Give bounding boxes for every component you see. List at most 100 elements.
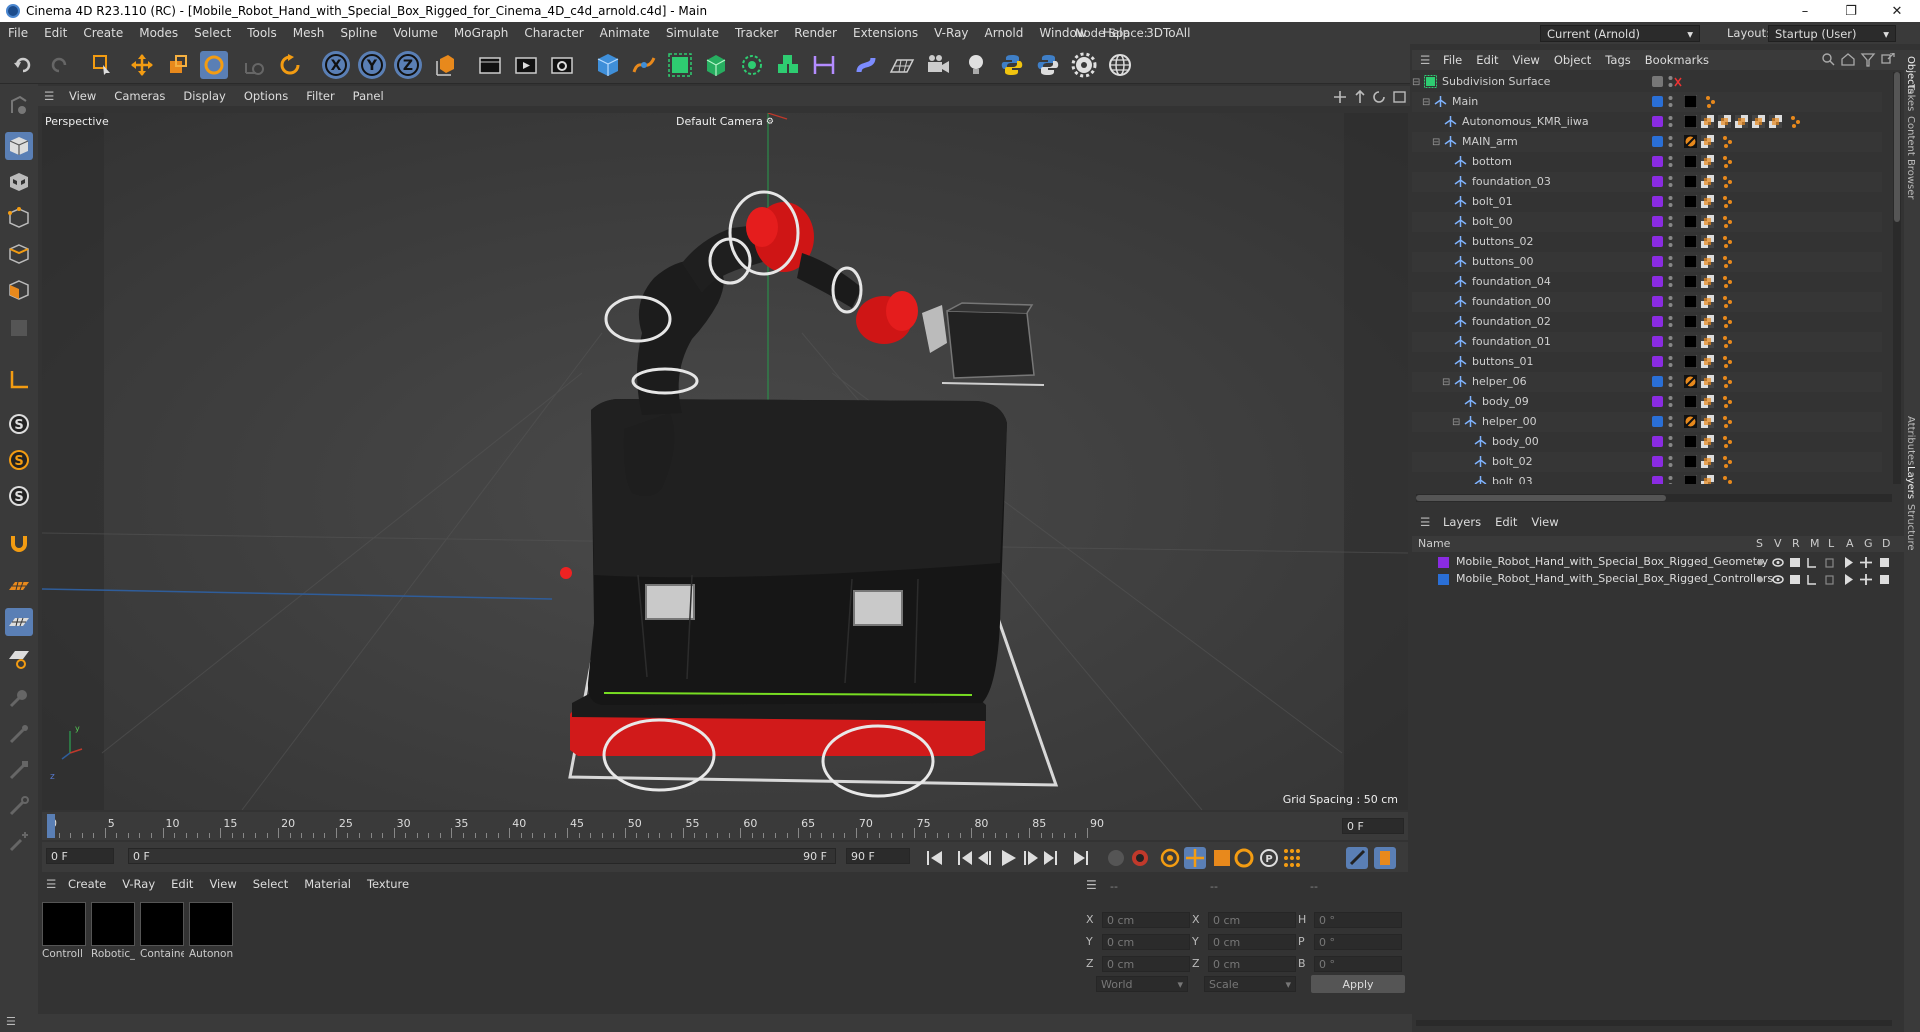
layer-color-swatch[interactable]: [1652, 416, 1663, 427]
menu-select[interactable]: Select: [186, 26, 239, 40]
texture-tag-icon[interactable]: [1701, 335, 1714, 348]
material-tag-icon[interactable]: [1683, 234, 1698, 249]
menu-file[interactable]: File: [0, 26, 36, 40]
move-tool-button[interactable]: [128, 51, 156, 79]
texture-tag-icon[interactable]: [1701, 375, 1714, 388]
object-row[interactable]: foundation_02: [1412, 312, 1882, 332]
layer-column-a[interactable]: A: [1846, 537, 1854, 550]
web-globe-icon[interactable]: [1106, 51, 1134, 79]
world-dropdown[interactable]: World ▾: [1096, 976, 1188, 992]
timeline-ruler[interactable]: 051015202530354045505560657075808590 0 F: [42, 812, 1408, 840]
apply-button[interactable]: Apply: [1311, 975, 1405, 993]
axis-mode-button[interactable]: [5, 366, 33, 394]
symmetry-button[interactable]: [810, 51, 838, 79]
object-row[interactable]: buttons_01: [1412, 352, 1882, 372]
texture-tag-icon[interactable]: [1701, 355, 1714, 368]
object-menu-view[interactable]: View: [1506, 53, 1547, 67]
visibility-dots-icon[interactable]: [1668, 135, 1673, 149]
layer-color-swatch[interactable]: [1652, 476, 1663, 484]
layer-color-swatch[interactable]: [1652, 356, 1663, 367]
menu-arnold[interactable]: Arnold: [977, 26, 1032, 40]
menu-extensions[interactable]: Extensions: [845, 26, 926, 40]
light-object-button[interactable]: [962, 51, 990, 79]
material-tag-icon[interactable]: [1683, 454, 1698, 469]
live-selection-button[interactable]: [88, 51, 116, 79]
material-tag-icon[interactable]: [1683, 154, 1698, 169]
perspective-viewport[interactable]: y z Perspective Default Camera ⚙ Grid Spa…: [42, 113, 1408, 810]
texture-tag-icon[interactable]: [1701, 195, 1714, 208]
texture-tag-icon[interactable]: [1701, 395, 1714, 408]
object-row[interactable]: buttons_00: [1412, 252, 1882, 272]
mograph-cloner-button[interactable]: [774, 51, 802, 79]
hamburger-menu-icon[interactable]: ☰: [1412, 515, 1436, 529]
layer-color-swatch[interactable]: [1652, 256, 1663, 267]
phong-tag-icon[interactable]: [1722, 455, 1734, 471]
uv-mode-button[interactable]: [5, 314, 33, 342]
layer-color-swatch[interactable]: [1652, 396, 1663, 407]
material-menu-view[interactable]: View: [201, 877, 244, 891]
texture-tag-icon[interactable]: [1735, 115, 1748, 128]
material-tag-icon[interactable]: [1683, 434, 1698, 449]
collapse-toggle-icon[interactable]: ⊟: [1412, 77, 1420, 88]
visibility-dots-icon[interactable]: [1668, 375, 1673, 389]
phong-tag-icon[interactable]: [1722, 395, 1734, 411]
floor-object-button[interactable]: [888, 51, 916, 79]
object-menu-file[interactable]: File: [1436, 53, 1469, 67]
material-tag-icon[interactable]: [1683, 474, 1698, 484]
coord-value-field[interactable]: 0 °: [1314, 956, 1402, 972]
polygons-mode-button[interactable]: [5, 276, 33, 304]
object-row[interactable]: ⊟ helper_06: [1412, 372, 1882, 392]
workplane-icon[interactable]: [5, 572, 33, 600]
side-tab-takes[interactable]: Takes: [1905, 84, 1916, 111]
frame-range-slider[interactable]: 0 F 90 F: [128, 848, 836, 864]
side-tab-content-browser[interactable]: Content Browser: [1905, 116, 1916, 199]
phong-tag-icon[interactable]: [1722, 275, 1734, 291]
visibility-dots-icon[interactable]: [1668, 435, 1673, 449]
playback-controls[interactable]: P: [924, 846, 1404, 870]
menu-character[interactable]: Character: [516, 26, 591, 40]
coord-value-field[interactable]: 0 cm: [1102, 912, 1190, 928]
menu-volume[interactable]: Volume: [385, 26, 446, 40]
start-frame-field[interactable]: 0 F: [46, 848, 114, 864]
layer-column-v[interactable]: V: [1774, 537, 1782, 550]
render-picture-viewer-button[interactable]: [512, 51, 540, 79]
material-tag-icon[interactable]: [1683, 334, 1698, 349]
coord-value-field[interactable]: 0 °: [1314, 912, 1402, 928]
object-row[interactable]: buttons_02: [1412, 232, 1882, 252]
layer-color-swatch[interactable]: [1652, 136, 1663, 147]
object-row[interactable]: foundation_04: [1412, 272, 1882, 292]
visibility-dots-icon[interactable]: [1668, 155, 1673, 169]
visibility-dots-icon[interactable]: [1668, 215, 1673, 229]
y-axis-lock-button[interactable]: Y: [358, 51, 386, 79]
render-view-button[interactable]: [476, 51, 504, 79]
layer-color-swatch[interactable]: [1652, 376, 1663, 387]
material-tag-icon[interactable]: [1683, 254, 1698, 269]
layer-horizontal-scrollbar[interactable]: [1416, 1020, 1892, 1026]
viewport-menu-filter[interactable]: Filter: [297, 89, 343, 103]
collapse-toggle-icon[interactable]: ⊟: [1432, 137, 1440, 148]
menu-edit[interactable]: Edit: [36, 26, 75, 40]
material-menu-texture[interactable]: Texture: [359, 877, 417, 891]
model-mode-button[interactable]: [5, 132, 33, 160]
object-row[interactable]: bottom: [1412, 152, 1882, 172]
layer-color-swatch[interactable]: [1652, 156, 1663, 167]
visibility-dots-icon[interactable]: [1668, 195, 1673, 209]
phong-tag-icon[interactable]: [1722, 255, 1734, 271]
deformer-button[interactable]: [852, 51, 880, 79]
current-frame-field[interactable]: 0 F: [1342, 818, 1404, 834]
phong-tag-icon[interactable]: [1722, 415, 1734, 431]
layer-toggle-icons[interactable]: [1756, 573, 1906, 589]
phong-tag-icon[interactable]: [1722, 355, 1734, 371]
visibility-dots-icon[interactable]: [1668, 295, 1673, 309]
material-swatch[interactable]: [42, 902, 86, 946]
visibility-dots-icon[interactable]: [1668, 115, 1673, 129]
z-axis-lock-button[interactable]: Z: [394, 51, 422, 79]
phong-tag-icon[interactable]: [1722, 315, 1734, 331]
layer-row[interactable]: Mobile_Robot_Hand_with_Special_Box_Rigge…: [1412, 554, 1902, 570]
layer-color-swatch[interactable]: [1652, 276, 1663, 287]
texture-tag-icon[interactable]: [1718, 115, 1731, 128]
material-tag-icon[interactable]: [1683, 194, 1698, 209]
material-swatch[interactable]: [189, 902, 233, 946]
side-tab-attributes[interactable]: Attributes: [1905, 416, 1916, 465]
menu-tools[interactable]: Tools: [239, 26, 285, 40]
